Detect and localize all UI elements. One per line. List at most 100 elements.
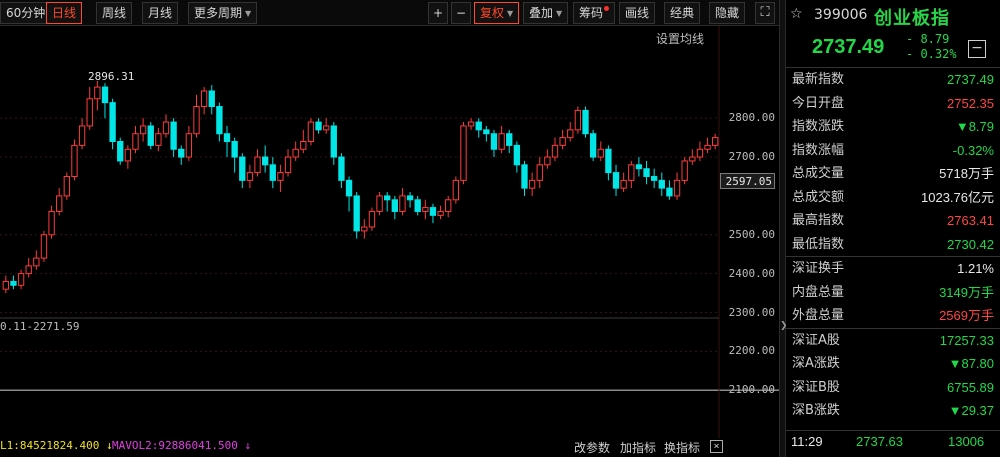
add-indicator-button[interactable]: 加指标 bbox=[620, 439, 656, 456]
minimize-button[interactable]: − bbox=[968, 40, 986, 58]
chips-label: 筹码 bbox=[579, 6, 604, 20]
quote-row: 外盘总量 2569万手 bbox=[786, 304, 1000, 328]
candle-body bbox=[437, 210, 444, 216]
vol-ma1-value: L1:84521824.400 ↓ bbox=[0, 439, 113, 452]
quote-row: 最新指数 2737.49 bbox=[786, 68, 1000, 92]
candle-body bbox=[25, 265, 32, 275]
chevron-down-icon: ▼ bbox=[556, 9, 563, 18]
zoom-in-button[interactable]: + bbox=[428, 2, 448, 24]
quote-row-value: 5718万手 bbox=[939, 166, 994, 181]
quote-row-label: 今日开盘 bbox=[792, 95, 845, 111]
tick-price: 2737.63 bbox=[856, 434, 903, 449]
favorite-star-icon[interactable]: ☆ bbox=[790, 6, 803, 22]
turnover-section: 深证换手 1.21% 内盘总量 3149万手 外盘总量 2569万手 bbox=[786, 257, 1000, 329]
candle-body bbox=[300, 141, 307, 150]
quote-row-label: 总成交量 bbox=[792, 166, 845, 181]
candle-body bbox=[384, 195, 391, 201]
candle-body bbox=[155, 133, 162, 146]
hide-button[interactable]: 隐藏 bbox=[709, 2, 746, 24]
candle-body bbox=[48, 210, 55, 236]
kline-chart[interactable]: 设置均线 2896.31 0.11-2271.59 2800.00 2700.00… bbox=[0, 26, 779, 457]
candle-body bbox=[330, 125, 337, 158]
quote-row: 深证A股 17257.33 bbox=[786, 329, 1000, 353]
tick-volume: 13006 bbox=[948, 434, 985, 449]
quote-row-value: -0.32% bbox=[952, 142, 994, 158]
period-week-button[interactable]: 周线 bbox=[96, 2, 133, 24]
quote-row-value: ▼87.80 bbox=[948, 356, 994, 371]
candle-body bbox=[338, 156, 345, 181]
period-day-button[interactable]: 日线 bbox=[46, 2, 83, 24]
candle-body bbox=[117, 141, 124, 162]
quote-row-label: 深证B股 bbox=[792, 379, 840, 395]
candle-body bbox=[162, 121, 170, 135]
price-axis-tick: 2400.00 bbox=[728, 266, 775, 280]
vol-ma2-value: MAVOL2:92886041.500 ↓ bbox=[112, 439, 252, 452]
switch-indicator-button[interactable]: 换指标 bbox=[664, 439, 700, 456]
more-periods-dropdown[interactable]: 更多周期 ▼ bbox=[188, 2, 258, 24]
more-periods-label: 更多周期 bbox=[194, 6, 243, 20]
overlay-label: 叠加 bbox=[529, 6, 554, 20]
quote-row-label: 最高指数 bbox=[792, 213, 845, 228]
chips-button[interactable]: 筹码 bbox=[573, 2, 616, 24]
price-axis-tick: 2100.00 bbox=[728, 383, 775, 397]
notification-dot-icon bbox=[604, 6, 610, 11]
quote-row-label: 外盘总量 bbox=[792, 308, 845, 323]
period-month-button[interactable]: 月线 bbox=[142, 2, 179, 24]
candle-body bbox=[315, 121, 322, 131]
candle-body bbox=[567, 129, 574, 139]
candle-body bbox=[475, 121, 482, 131]
quote-row: 总成交量 5718万手 bbox=[786, 162, 1000, 186]
candle-body bbox=[490, 133, 498, 150]
overlay-dropdown[interactable]: 叠加 ▼ bbox=[523, 2, 569, 24]
candle-body bbox=[589, 133, 597, 158]
high-price-marker: 2896.31 bbox=[88, 70, 135, 83]
quote-row-value: 2752.35 bbox=[947, 95, 994, 111]
fullscreen-icon[interactable]: ⛶ bbox=[755, 2, 775, 24]
quote-stats-section: 最新指数 2737.49 今日开盘 2752.35 指数涨跌 ▼8.79 指数涨幅 -0.32… bbox=[786, 68, 1000, 257]
candle-body bbox=[239, 156, 246, 181]
candle-body bbox=[71, 144, 78, 177]
set-ma-button[interactable]: 设置均线 bbox=[656, 30, 704, 47]
quote-row-value: 2730.42 bbox=[947, 236, 994, 252]
candlestick-plot bbox=[0, 26, 779, 438]
candle-body bbox=[376, 195, 383, 212]
quote-row-value: 1.21% bbox=[957, 261, 994, 276]
candle-body bbox=[353, 195, 360, 232]
quote-row-value: ▼8.79 bbox=[955, 119, 994, 134]
candle-body bbox=[147, 125, 154, 146]
tick-row: 11:29 2737.63 13006 bbox=[786, 430, 1000, 457]
draw-line-button[interactable]: 画线 bbox=[619, 2, 656, 24]
edit-params-button[interactable]: 改参数 bbox=[574, 439, 610, 456]
price-axis-tick: 2500.00 bbox=[728, 227, 775, 241]
candle-body bbox=[170, 121, 177, 150]
quote-row-value: 2737.49 bbox=[947, 72, 994, 87]
quote-row-value: 2569万手 bbox=[939, 308, 994, 323]
candle-body bbox=[712, 137, 719, 146]
quote-row-label: 最新指数 bbox=[792, 72, 845, 87]
index-change: - 8.79 - 0.32% bbox=[906, 32, 957, 62]
quote-row-label: 深证换手 bbox=[792, 261, 845, 276]
candle-body bbox=[628, 164, 635, 181]
market-section: 深证A股 17257.33 深A涨跌 ▼87.80 深证B股 6755.89 深B涨跌 ▼29… bbox=[786, 329, 1000, 423]
zoom-out-button[interactable]: − bbox=[451, 2, 471, 24]
close-icon[interactable]: × bbox=[710, 440, 723, 453]
period-60min-button[interactable]: 60分钟 bbox=[0, 2, 52, 24]
candle-body bbox=[216, 106, 223, 135]
candle-body bbox=[307, 121, 315, 143]
candle-body bbox=[124, 148, 132, 162]
candle-body bbox=[643, 168, 650, 177]
quote-row-label: 指数涨跌 bbox=[792, 119, 845, 134]
candle-body bbox=[368, 210, 376, 228]
quote-row-value: ▼29.37 bbox=[948, 403, 994, 418]
quote-row-value: 17257.33 bbox=[939, 332, 994, 348]
quote-row-label: 内盘总量 bbox=[792, 284, 845, 300]
low-price-marker: 0.11-2271.59 bbox=[0, 320, 80, 333]
fuquan-dropdown[interactable]: 复权 ▼ bbox=[474, 2, 520, 24]
candle-body bbox=[261, 156, 269, 166]
classic-button[interactable]: 经典 bbox=[664, 2, 701, 24]
panel-collapse-handle[interactable]: ❯ bbox=[779, 0, 788, 457]
current-price-tag: 2597.05 bbox=[720, 173, 775, 189]
index-name: 创业板指 bbox=[874, 8, 950, 29]
candle-body bbox=[551, 144, 559, 158]
quote-row-label: 最低指数 bbox=[792, 236, 845, 252]
